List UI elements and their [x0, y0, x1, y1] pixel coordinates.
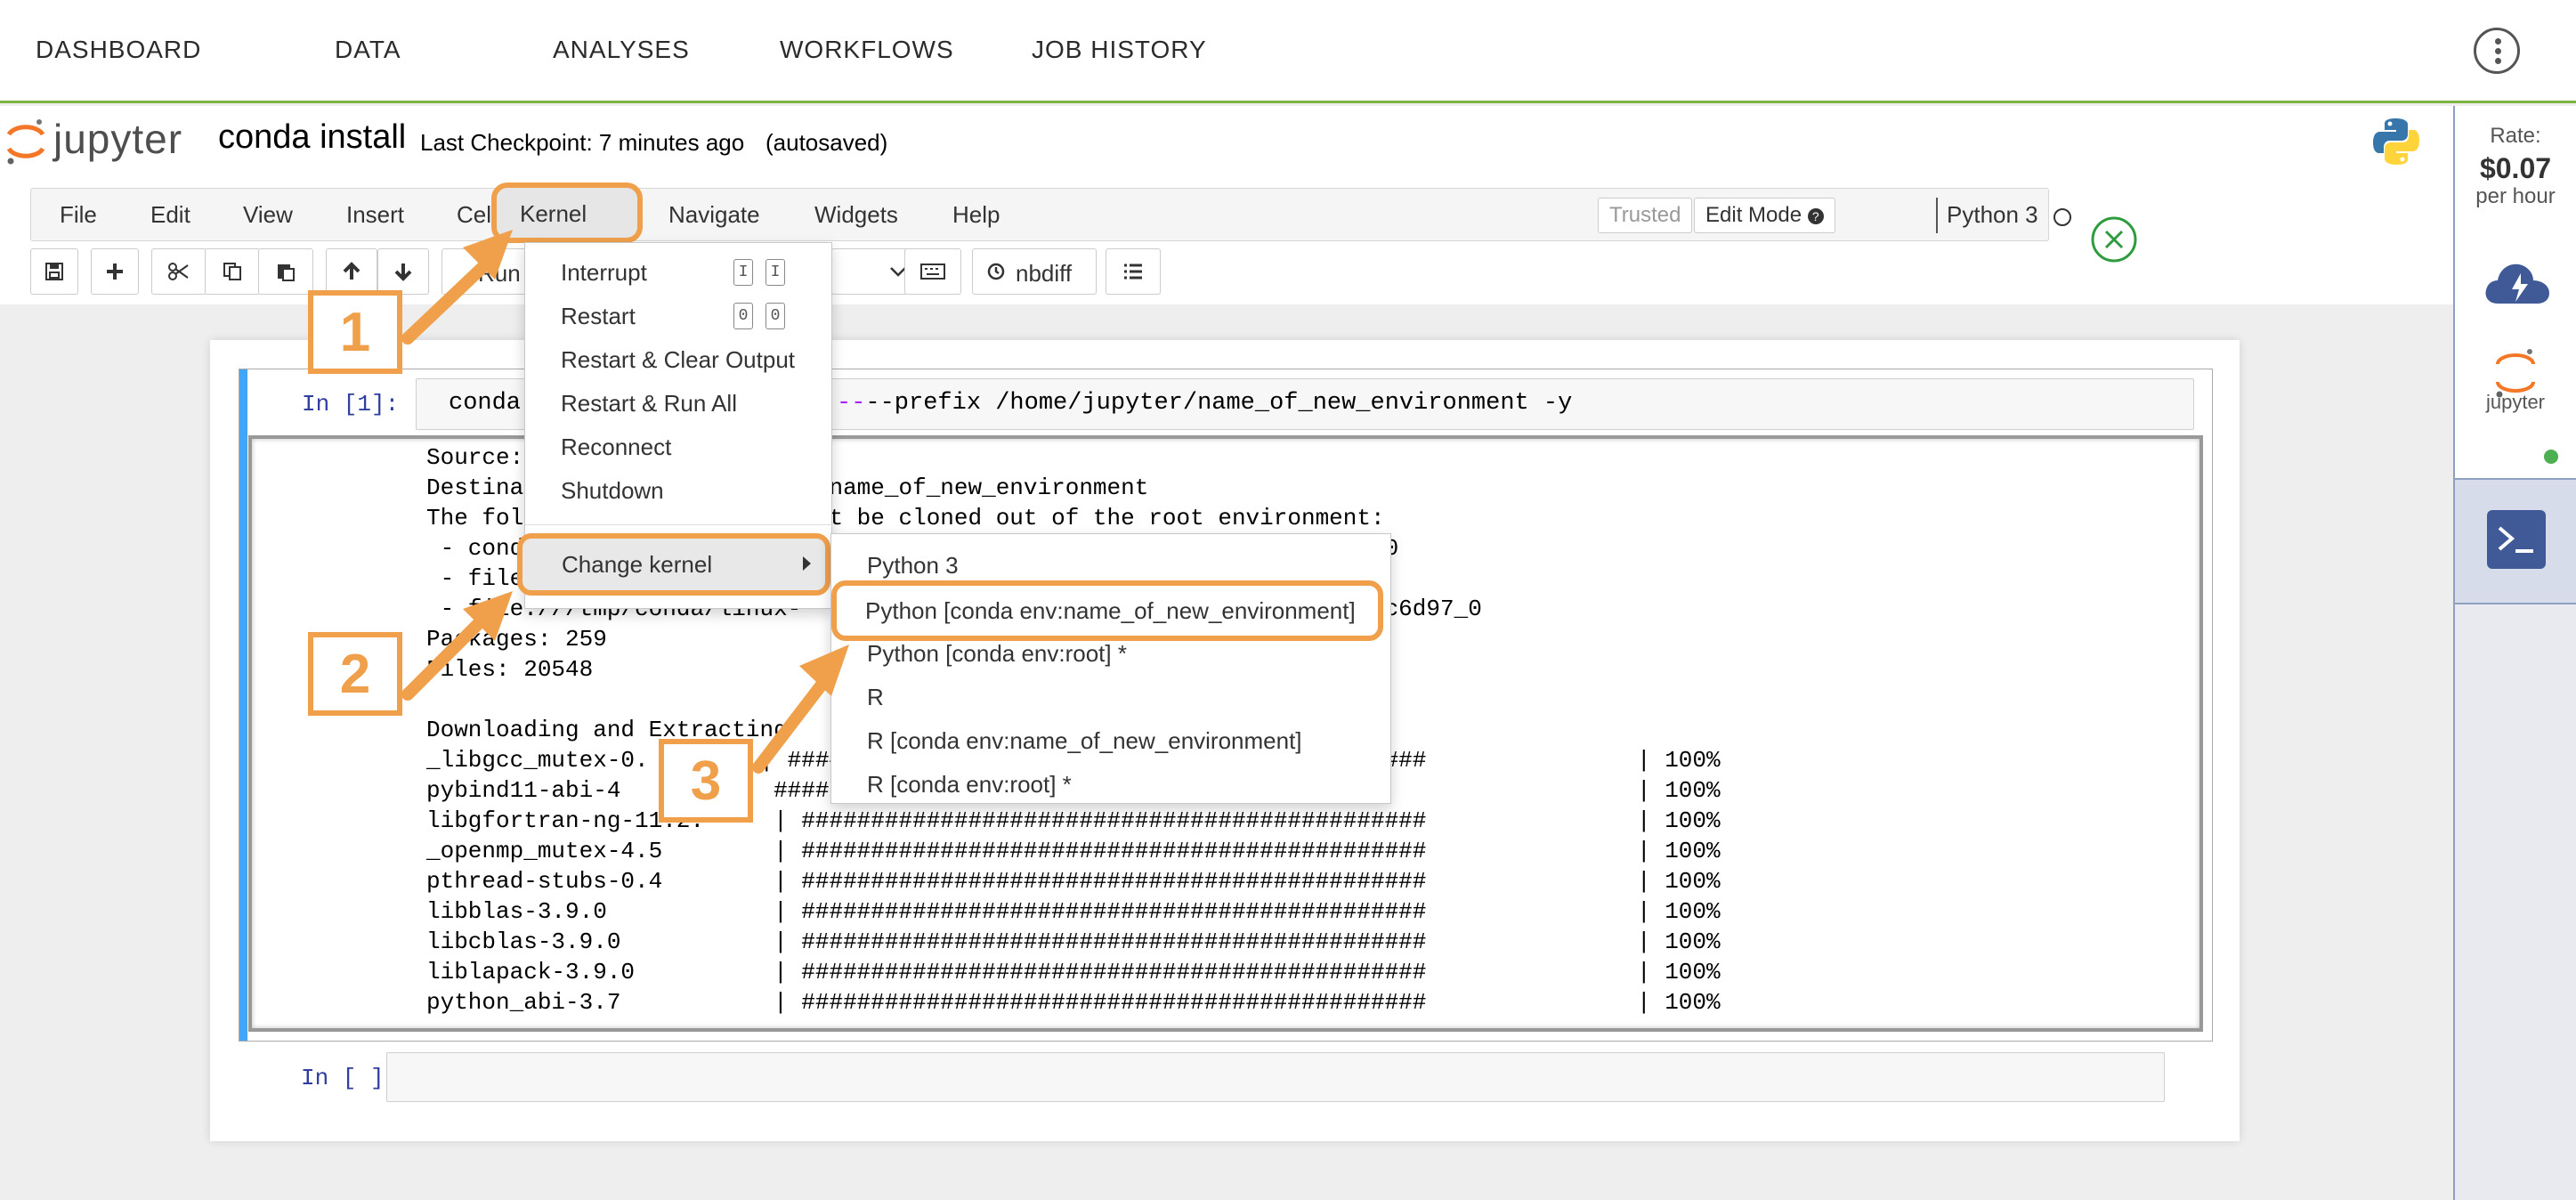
- step-marker-3: 3: [659, 739, 753, 823]
- terminal-panel: [2455, 480, 2576, 604]
- jupyter-app-label: jupyter: [2485, 391, 2546, 413]
- step-marker-1: 1: [308, 290, 402, 374]
- rate-unit: per hour: [2475, 184, 2556, 208]
- arrow-head-3: [799, 645, 849, 696]
- step-number: 1: [339, 302, 371, 363]
- jupyter-app-icon[interactable]: [2489, 345, 2542, 398]
- rate-value: $0.07: [2479, 152, 2552, 184]
- step-marker-2: 2: [308, 632, 402, 716]
- step-number: 3: [690, 750, 722, 812]
- rate-panel: Rate: $0.07 per hour jupyter: [2455, 106, 2576, 480]
- annotation-arrows: [401, 230, 849, 774]
- right-sidebar: Rate: $0.07 per hour jupyter: [2453, 106, 2576, 1200]
- rate-label: Rate:: [2490, 124, 2541, 148]
- status-online-dot: [2542, 448, 2560, 466]
- step-number: 2: [339, 644, 371, 705]
- terminal-icon[interactable]: [2487, 510, 2546, 569]
- cloud-lightning-icon[interactable]: [2482, 255, 2553, 309]
